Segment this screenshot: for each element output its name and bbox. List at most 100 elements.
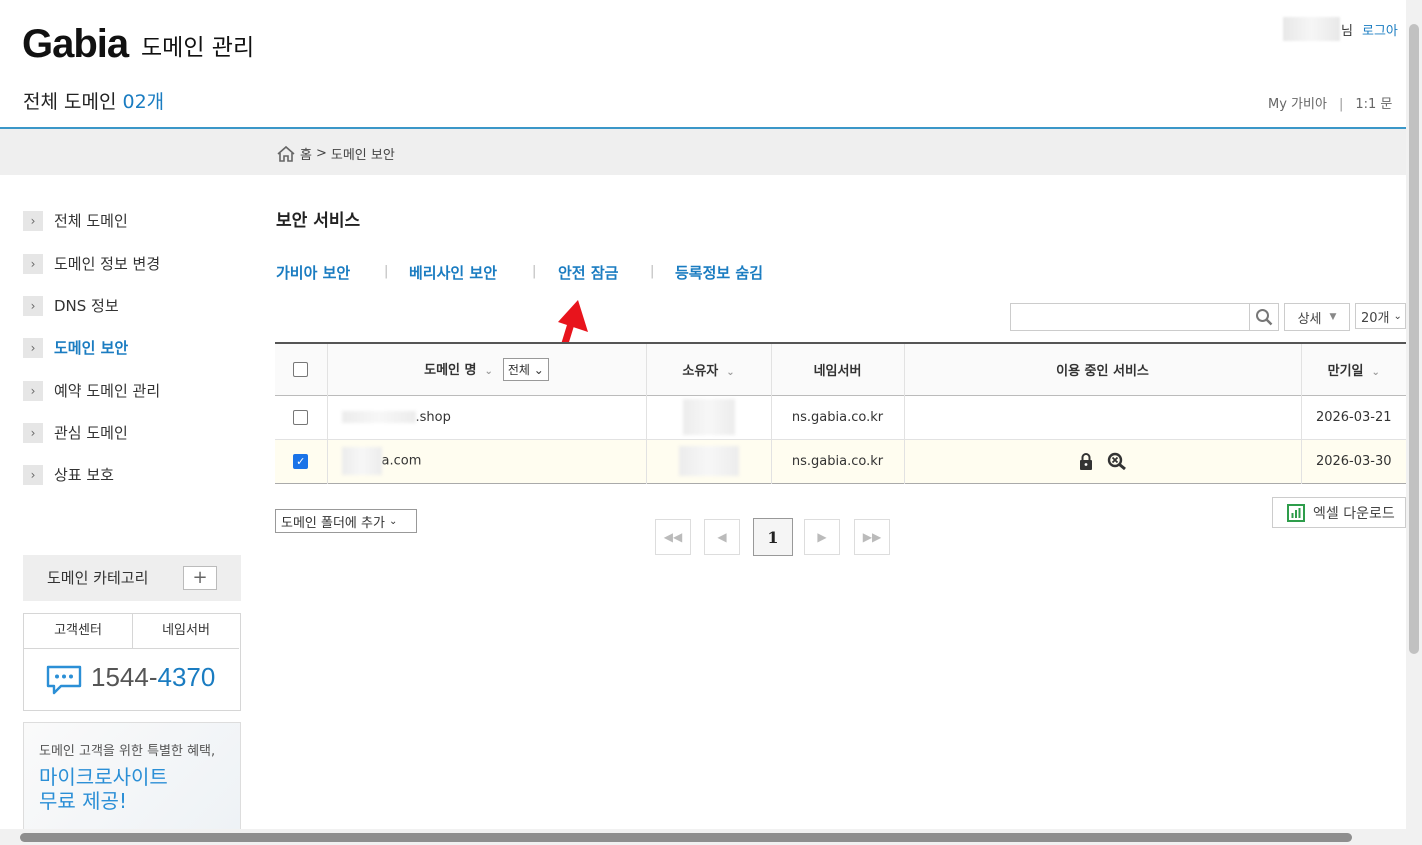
logout-link[interactable]: 로그아 xyxy=(1362,20,1398,39)
breadcrumb: 홈 > 도메인 보안 xyxy=(276,144,395,163)
search-input[interactable] xyxy=(1010,303,1255,331)
add-to-folder-select[interactable]: 도메인 폴더에 추가 ⌄ xyxy=(275,509,417,533)
detail-search-button[interactable]: 상세 ▼ xyxy=(1284,303,1350,331)
home-icon[interactable] xyxy=(276,145,296,163)
add-category-button[interactable]: + xyxy=(183,566,217,590)
tab-separator: | xyxy=(384,264,389,279)
tab-verisign-security[interactable]: 베리사인 보안 xyxy=(409,262,497,283)
first-page-icon: ◀◀ xyxy=(663,530,683,544)
tab-nameserver[interactable]: 네임서버 xyxy=(133,614,239,649)
col-services: 이용 중인 서비스 xyxy=(904,343,1302,395)
phone-suffix: 4370 xyxy=(157,662,216,692)
sidebar-item-domain-info-change[interactable]: › 도메인 정보 변경 xyxy=(23,253,160,274)
domain-redacted xyxy=(341,447,382,475)
excel-download-button[interactable]: 엑셀 다운로드 xyxy=(1272,497,1406,528)
breadcrumb-separator: > xyxy=(315,146,327,161)
tab-privacy-protection[interactable]: 등록정보 숨김 xyxy=(675,262,763,283)
tab-customer-center[interactable]: 고객센터 xyxy=(24,614,133,649)
search-button[interactable] xyxy=(1249,303,1279,331)
chevron-right-icon: › xyxy=(23,337,43,358)
sidebar-item-label: 예약 도메인 관리 xyxy=(54,382,161,400)
page-button-current[interactable]: 1 xyxy=(753,518,793,556)
select-all-cell xyxy=(275,343,328,395)
chevron-right-icon: › xyxy=(23,295,43,316)
chevron-down-icon: ⌄ xyxy=(388,515,398,527)
user-suffix: 님 xyxy=(1341,24,1353,39)
caret-down-icon: ▼ xyxy=(1329,312,1337,322)
col-services-label: 이용 중인 서비스 xyxy=(1056,363,1149,379)
last-page-button[interactable]: ▶▶ xyxy=(854,519,890,555)
domain-cell[interactable]: a.com xyxy=(327,439,647,483)
chat-icon xyxy=(45,664,83,700)
chevron-right-icon: › xyxy=(23,210,43,231)
owner-cell xyxy=(646,439,772,483)
col-expiry-label: 만기일 xyxy=(1327,363,1364,379)
next-page-button[interactable]: ▶ xyxy=(804,519,840,555)
sidebar-item-label: 상표 보호 xyxy=(54,466,114,484)
select-all-checkbox[interactable] xyxy=(293,361,309,377)
chevron-right-icon: › xyxy=(23,253,43,274)
table-row[interactable]: ✓ a.com ns.gabia.co.kr 2026-03-30 xyxy=(275,439,1406,483)
privacy-search-icon[interactable] xyxy=(1107,452,1127,470)
section-title: 보안 서비스 xyxy=(276,211,361,231)
total-domains-count[interactable]: 02개 xyxy=(123,91,165,113)
tab-gabia-security[interactable]: 가비아 보안 xyxy=(276,262,350,283)
row-checkbox[interactable] xyxy=(293,409,309,425)
gabia-logo[interactable]: Gabia xyxy=(22,22,129,67)
sort-icon[interactable]: ⌄ xyxy=(1372,367,1380,378)
nameserver-cell: ns.gabia.co.kr xyxy=(771,439,905,483)
sort-icon[interactable]: ⌄ xyxy=(485,366,493,377)
expiry-cell: 2026-03-30 xyxy=(1315,453,1392,469)
sidebar-item-label: 도메인 정보 변경 xyxy=(54,255,161,273)
domain-table: 도메인 명 ⌄ 전체 ⌄ 소유자 ⌄ 네임서버 이용 중인 서비스 만기일 ⌄ .sho… xyxy=(275,342,1406,484)
sidebar-item-label: 도메인 보안 xyxy=(54,339,129,357)
per-page-select[interactable]: 20개 ⌄ xyxy=(1355,303,1406,329)
col-owner[interactable]: 소유자 ⌄ xyxy=(646,343,772,395)
category-label: 도메인 카테고리 xyxy=(47,569,149,587)
domain-filter-select[interactable]: 전체 ⌄ xyxy=(502,357,549,381)
owner-cell xyxy=(646,395,772,439)
sidebar-item-dns-info[interactable]: › DNS 정보 xyxy=(23,295,119,316)
col-nameserver-label: 네임서버 xyxy=(813,363,862,379)
next-page-icon: ▶ xyxy=(817,530,827,544)
per-page-value: 20개 xyxy=(1361,310,1390,326)
sidebar-item-domain-security[interactable]: › 도메인 보안 xyxy=(23,337,128,358)
col-domain-label: 도메인 명 xyxy=(424,362,477,378)
chevron-down-icon: ⌄ xyxy=(1393,310,1402,322)
row-checkbox[interactable]: ✓ xyxy=(293,453,309,469)
inquiry-link[interactable]: 1:1 문 xyxy=(1355,97,1392,112)
sidebar-item-label: 전체 도메인 xyxy=(54,212,128,230)
sidebar-item-label: DNS 정보 xyxy=(54,297,119,315)
prev-page-button[interactable]: ◀ xyxy=(704,519,740,555)
sort-icon[interactable]: ⌄ xyxy=(726,367,734,378)
tab-safe-lock[interactable]: 안전 잠금 xyxy=(558,262,618,283)
vertical-scroll-thumb[interactable] xyxy=(1409,24,1419,654)
col-domain[interactable]: 도메인 명 ⌄ 전체 ⌄ xyxy=(327,343,647,395)
horizontal-scroll-thumb[interactable] xyxy=(20,833,1352,842)
domain-cell[interactable]: .shop xyxy=(327,395,647,439)
detail-label: 상세 xyxy=(1297,311,1322,327)
col-expiry[interactable]: 만기일 ⌄ xyxy=(1301,343,1406,395)
support-phone: 1544-4370 xyxy=(91,662,215,693)
breadcrumb-bar xyxy=(0,129,1406,175)
first-page-button[interactable]: ◀◀ xyxy=(655,519,691,555)
sidebar-item-watch-domains[interactable]: › 관심 도메인 xyxy=(23,422,128,443)
total-domains-label: 전체 도메인 xyxy=(23,91,117,113)
table-row[interactable]: .shop ns.gabia.co.kr 2026-03-21 xyxy=(275,395,1406,439)
domain-name: .shop xyxy=(415,409,451,425)
services-cell xyxy=(904,395,1302,439)
promo-title: 마이크로사이트 무료 제공! xyxy=(39,765,168,813)
expiry-cell: 2026-03-21 xyxy=(1315,409,1392,425)
last-page-icon: ▶▶ xyxy=(862,530,882,544)
prev-page-icon: ◀ xyxy=(717,530,727,544)
sidebar-item-all-domains[interactable]: › 전체 도메인 xyxy=(23,210,128,231)
promo-title-line2: 무료 제공! xyxy=(39,789,127,813)
promo-title-line1: 마이크로사이트 xyxy=(39,765,168,789)
lock-icon[interactable] xyxy=(1079,452,1093,470)
tab-separator: | xyxy=(532,264,537,279)
breadcrumb-home[interactable]: 홈 xyxy=(300,144,312,163)
sidebar-item-reserved-domains[interactable]: › 예약 도메인 관리 xyxy=(23,380,160,401)
sidebar-item-trademark[interactable]: › 상표 보호 xyxy=(23,464,114,485)
my-gabia-link[interactable]: My 가비아 xyxy=(1268,97,1327,112)
domain-name: a.com xyxy=(381,453,422,469)
